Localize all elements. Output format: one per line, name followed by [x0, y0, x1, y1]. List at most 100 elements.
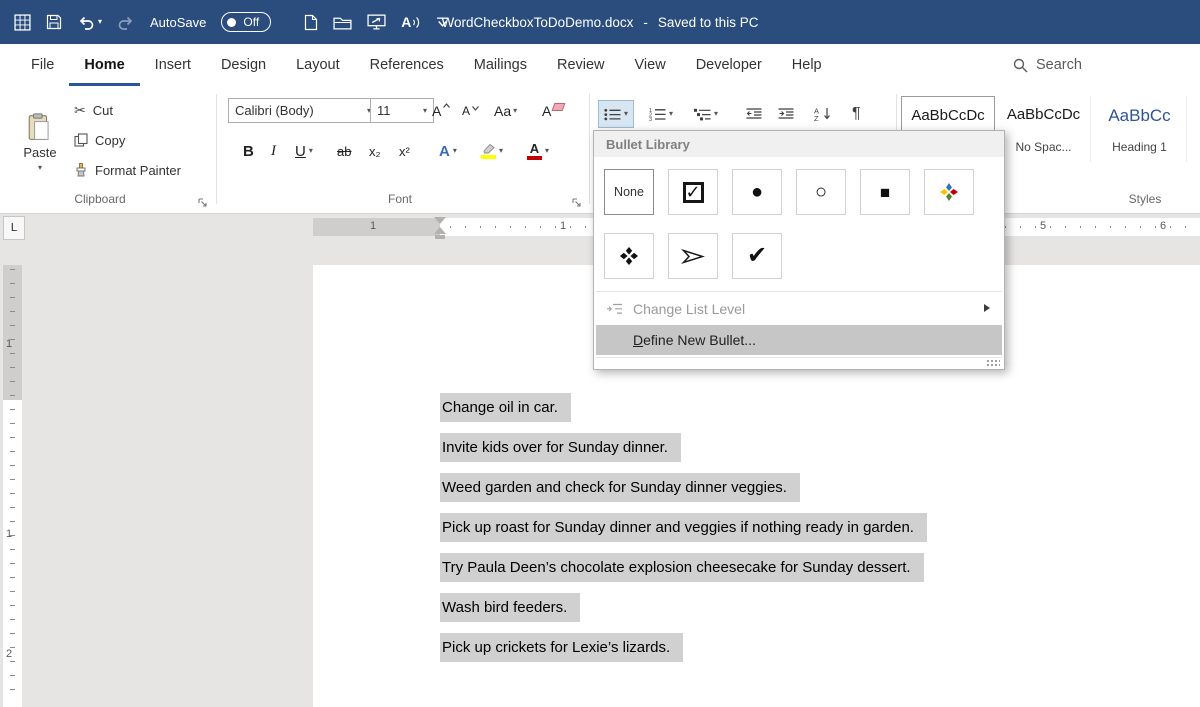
search-icon — [1013, 58, 1028, 73]
bullets-caret-icon[interactable]: ▾ — [624, 110, 628, 118]
tab-view[interactable]: View — [620, 44, 681, 86]
decrease-indent-button[interactable] — [740, 100, 768, 128]
resize-grip-icon[interactable] — [986, 359, 1000, 368]
redo-button[interactable] — [117, 14, 135, 30]
selected-text[interactable]: Pick up roast for Sunday dinner and vegg… — [440, 513, 927, 542]
clipboard-dialog-launcher[interactable] — [198, 195, 208, 213]
app-grid-icon[interactable] — [14, 13, 31, 31]
font-color-swatch — [527, 156, 542, 160]
undo-button[interactable]: ▾ — [77, 14, 102, 30]
bullet-option-colorful-star[interactable] — [924, 169, 974, 215]
tab-file[interactable]: File — [16, 44, 69, 86]
new-file-button[interactable] — [304, 14, 318, 31]
tab-layout[interactable]: Layout — [281, 44, 355, 86]
ruler-number: 6 — [1160, 220, 1167, 232]
clear-formatting-button[interactable]: A — [538, 98, 568, 123]
hanging-indent-marker[interactable] — [434, 227, 446, 234]
tab-help[interactable]: Help — [777, 44, 837, 86]
undo-caret-icon[interactable]: ▾ — [98, 18, 102, 26]
menu-separator — [596, 291, 1002, 292]
selected-text[interactable]: Pick up crickets for Lexie’s lizards. — [440, 633, 684, 662]
open-folder-button[interactable] — [333, 15, 352, 30]
bullet-option-checkmark[interactable]: ✔ — [732, 233, 782, 279]
present-screen-button[interactable] — [367, 14, 386, 30]
doc-line[interactable]: Try Paula Deen’s chocolate explosion che… — [440, 553, 924, 582]
doc-line[interactable]: Weed garden and check for Sunday dinner … — [440, 473, 800, 502]
numbering-caret-icon[interactable]: ▾ — [669, 110, 673, 118]
multilevel-caret-icon[interactable]: ▾ — [714, 110, 718, 118]
search-box[interactable]: Search — [1012, 44, 1082, 86]
paste-button[interactable]: Paste ▾ — [14, 96, 66, 188]
numbering-button[interactable]: 123 ▾ — [643, 100, 679, 128]
copy-button[interactable]: Copy — [74, 128, 125, 152]
selected-text[interactable]: Invite kids over for Sunday dinner. — [440, 433, 681, 462]
autosave-toggle[interactable]: Off — [221, 12, 272, 32]
change-list-level-icon — [607, 303, 622, 314]
grow-font-button[interactable]: A — [428, 98, 454, 123]
cut-button[interactable]: ✂ Cut — [74, 98, 113, 122]
style-chip-heading1[interactable]: AaBbCc Heading 1 — [1093, 96, 1187, 162]
bullet-option-none[interactable]: None — [604, 169, 654, 215]
style-chip-partial[interactable]: AaBbC — [1189, 96, 1200, 162]
qat-customize-button[interactable] — [436, 17, 449, 28]
bold-button[interactable]: B — [238, 138, 259, 164]
left-indent-marker[interactable] — [435, 235, 445, 239]
increase-indent-button[interactable] — [772, 100, 800, 128]
define-new-bullet-item[interactable]: Define New Bullet... — [596, 325, 1002, 355]
highlight-button[interactable]: ▾ — [476, 138, 508, 164]
group-separator — [589, 94, 590, 204]
save-button[interactable] — [46, 14, 62, 30]
up-arrow-icon — [443, 103, 451, 108]
font-dialog-launcher[interactable] — [572, 195, 582, 213]
read-aloud-button[interactable]: A — [401, 14, 421, 30]
style-chip-no-spacing[interactable]: AaBbCcDc No Spac... — [997, 96, 1091, 162]
strikethrough-button[interactable]: ab — [332, 138, 356, 164]
doc-line[interactable]: Wash bird feeders. — [440, 593, 581, 622]
tab-home[interactable]: Home — [69, 44, 139, 86]
bullet-option-hollow-circle[interactable]: ○ — [796, 169, 846, 215]
selected-text[interactable]: Weed garden and check for Sunday dinner … — [440, 473, 800, 502]
subscript-button[interactable]: x₂ — [364, 138, 386, 164]
paste-caret-icon[interactable]: ▾ — [38, 163, 42, 172]
superscript-button[interactable]: x² — [394, 138, 415, 164]
tab-references[interactable]: References — [355, 44, 459, 86]
bullet-option-filled-square[interactable]: ■ — [860, 169, 910, 215]
selected-text[interactable]: Try Paula Deen’s chocolate explosion che… — [440, 553, 924, 582]
tab-mailings[interactable]: Mailings — [459, 44, 542, 86]
tab-insert[interactable]: Insert — [140, 44, 206, 86]
first-line-indent-marker[interactable] — [434, 217, 446, 224]
bullet-option-arrowhead[interactable] — [668, 233, 718, 279]
ruler-number: 1 — [560, 220, 567, 232]
show-formatting-button[interactable]: ¶ — [846, 100, 867, 128]
vertical-ruler[interactable]: 1 1 2 — [0, 241, 25, 707]
shrink-font-button[interactable]: A — [458, 98, 483, 123]
tab-design[interactable]: Design — [206, 44, 281, 86]
doc-line[interactable]: Invite kids over for Sunday dinner. — [440, 433, 681, 462]
tab-stop-selector[interactable]: L — [3, 216, 25, 240]
sort-button[interactable]: AZ — [808, 100, 838, 128]
doc-line[interactable]: Pick up crickets for Lexie’s lizards. — [440, 633, 684, 662]
tab-developer[interactable]: Developer — [681, 44, 777, 86]
text-effects-button[interactable]: A ▾ — [434, 138, 462, 164]
selected-text[interactable]: Wash bird feeders. — [440, 593, 581, 622]
selected-text[interactable]: Change oil in car. — [440, 393, 571, 422]
format-painter-button[interactable]: Format Painter — [74, 158, 181, 182]
underline-button[interactable]: U ▾ — [290, 138, 318, 164]
font-size-select[interactable]: 11 ▾ — [370, 98, 434, 123]
clipboard-group-label: Clipboard — [74, 192, 126, 206]
paste-label: Paste — [23, 144, 57, 160]
font-name-select[interactable]: Calibri (Body) ▾ — [228, 98, 378, 123]
italic-button[interactable]: I — [266, 138, 281, 164]
change-list-level-item[interactable]: Change List Level — [596, 294, 1002, 323]
vruler-ticks — [10, 269, 15, 703]
bullet-option-filled-circle[interactable]: ● — [732, 169, 782, 215]
doc-line[interactable]: Change oil in car. — [440, 393, 571, 422]
font-color-button[interactable]: A ▾ — [522, 138, 554, 164]
change-case-button[interactable]: Aa ▾ — [490, 98, 521, 123]
tab-review[interactable]: Review — [542, 44, 620, 86]
doc-line[interactable]: Pick up roast for Sunday dinner and vegg… — [440, 513, 927, 542]
bullets-button[interactable]: ▾ — [598, 100, 635, 128]
bullet-option-checkbox[interactable]: ✓ — [668, 169, 718, 215]
bullet-option-diamond-cluster[interactable] — [604, 233, 654, 279]
multilevel-list-button[interactable]: ▾ — [688, 100, 724, 128]
